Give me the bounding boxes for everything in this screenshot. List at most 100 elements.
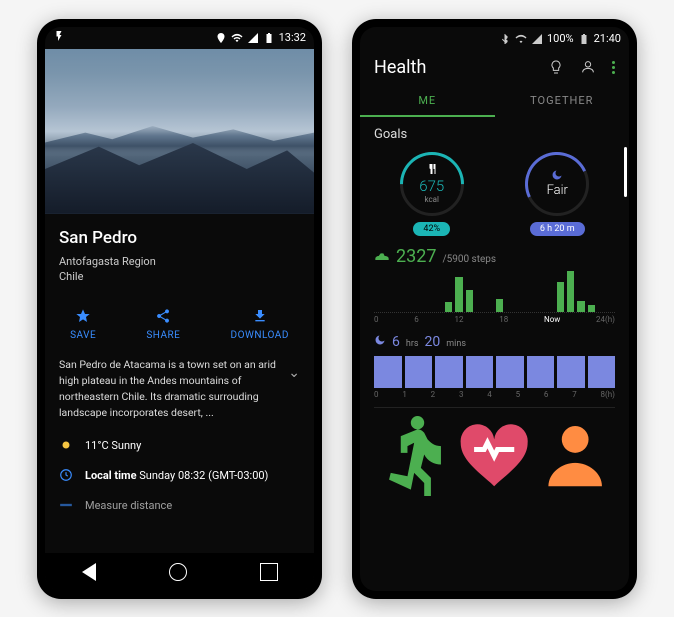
bluetooth-icon — [499, 33, 511, 45]
tab-together[interactable]: TOGETHER — [495, 86, 630, 117]
sleep-goal[interactable]: Fair 6 h 20 m — [525, 152, 589, 236]
localtime-row[interactable]: Local time Sunday 08:32 (GMT-03:00) — [45, 460, 314, 490]
axis-tick: 3 — [459, 390, 464, 399]
status-time: 13:32 — [279, 31, 306, 44]
kcal-value: 675 — [419, 177, 444, 195]
axis-tick: 0 — [374, 390, 379, 399]
profile-icon[interactable] — [580, 59, 596, 75]
download-label: DOWNLOAD — [231, 330, 289, 341]
axis-tick: 7 — [572, 390, 577, 399]
location-region: Antofagasta Region — [59, 254, 300, 269]
status-bar-2: 100% 21:40 — [360, 27, 629, 51]
localtime-label: Local time — [85, 469, 137, 482]
steps-total: /5900 — [442, 254, 469, 265]
phone-travel: 13:32 San Pedro Antofagasta Region Chile… — [37, 19, 322, 599]
moon-icon — [551, 169, 563, 181]
sleep-hours-unit: hrs — [406, 339, 419, 349]
sleep-row[interactable]: 6 hrs 20 mins — [374, 334, 615, 350]
goal-rings: 675 kcal 42% Fair 6 h 20 m — [374, 152, 615, 236]
kcal-pill: 42% — [413, 222, 450, 236]
download-icon — [252, 308, 268, 324]
app-header: Health — [360, 51, 629, 86]
app-title: Health — [374, 57, 426, 78]
screen-travel: 13:32 San Pedro Antofagasta Region Chile… — [45, 27, 314, 591]
axis-tick: 8(h) — [601, 390, 615, 399]
location-title: San Pedro — [59, 228, 300, 248]
sleep-bar-chart[interactable] — [374, 356, 615, 388]
action-row: SAVE SHARE DOWNLOAD — [45, 294, 314, 357]
sun-icon — [59, 438, 73, 452]
kcal-goal[interactable]: 675 kcal 42% — [400, 152, 464, 236]
battery-icon — [578, 33, 590, 45]
moon-icon-small — [374, 334, 386, 346]
weather-text: 11°C Sunny — [85, 439, 141, 452]
steps-bar-chart[interactable] — [374, 271, 615, 313]
axis-tick: 6 — [414, 315, 419, 324]
person-icon[interactable] — [535, 416, 615, 496]
sleep-axis: 0 1 2 3 4 5 6 7 8(h) — [374, 390, 615, 399]
heart-icon[interactable] — [454, 416, 534, 496]
steps-row[interactable]: 2327 /5900 steps — [374, 246, 615, 267]
run-icon[interactable] — [374, 416, 454, 496]
share-button[interactable]: SHARE — [146, 308, 180, 341]
save-label: SAVE — [70, 330, 96, 341]
location-block: San Pedro Antofagasta Region Chile — [45, 214, 314, 295]
axis-tick: 12 — [455, 315, 464, 324]
sleep-hours: 6 — [392, 334, 400, 350]
kcal-unit: kcal — [425, 195, 439, 204]
share-label: SHARE — [146, 330, 180, 341]
sleep-mins-unit: mins — [446, 339, 466, 349]
axis-tick: 1 — [402, 390, 407, 399]
tab-row: ME TOGETHER — [360, 86, 629, 117]
steps-axis: 0 6 12 18 Now 24(h) — [374, 315, 615, 324]
hero-image — [45, 49, 314, 214]
measure-text: Measure distance — [85, 499, 172, 512]
battery-pct: 100% — [547, 32, 574, 45]
localtime-value: Sunday 08:32 (GMT-03:00) — [139, 469, 268, 482]
status-bar: 13:32 — [45, 27, 314, 49]
sleep-ring-value: Fair — [547, 183, 568, 198]
scroll-indicator[interactable] — [624, 147, 627, 197]
share-icon — [155, 308, 171, 324]
wifi-icon — [231, 32, 243, 44]
chevron-down-icon: ⌄ — [288, 357, 300, 381]
axis-tick: 18 — [499, 315, 508, 324]
lightbulb-icon[interactable] — [548, 59, 564, 75]
location-country: Chile — [59, 269, 300, 284]
more-menu-icon[interactable] — [612, 61, 615, 74]
phone-health: 100% 21:40 Health ME TOGETHER Goals — [352, 19, 637, 599]
wifi-icon — [515, 33, 527, 45]
axis-tick: 2 — [431, 390, 436, 399]
save-button[interactable]: SAVE — [70, 308, 96, 341]
gps-icon — [215, 32, 227, 44]
tab-me[interactable]: ME — [360, 86, 495, 117]
status-time-2: 21:40 — [594, 32, 621, 45]
description-row[interactable]: San Pedro de Atacama is a town set on an… — [45, 357, 314, 430]
description-text: San Pedro de Atacama is a town set on an… — [59, 357, 280, 420]
weather-row[interactable]: 11°C Sunny — [45, 430, 314, 460]
nav-recent-button[interactable] — [260, 563, 278, 581]
battery-icon — [263, 32, 275, 44]
sleep-mins: 20 — [425, 334, 441, 350]
bottom-nav — [374, 407, 615, 504]
axis-tick: 6 — [544, 390, 549, 399]
download-button[interactable]: DOWNLOAD — [231, 308, 289, 341]
nav-home-button[interactable] — [169, 563, 187, 581]
screen-health: 100% 21:40 Health ME TOGETHER Goals — [360, 27, 629, 591]
axis-tick: 4 — [487, 390, 492, 399]
steps-value: 2327 — [396, 246, 436, 267]
nav-back-button[interactable] — [82, 563, 96, 581]
axis-tick: Now — [544, 315, 560, 324]
content-area: Goals 675 kcal 42% Fair 6 h 20 m — [360, 117, 629, 591]
food-icon — [426, 163, 438, 175]
clock-icon — [59, 468, 73, 482]
android-navbar — [45, 553, 314, 591]
signal-icon — [531, 33, 543, 45]
measure-row[interactable]: Measure distance — [45, 490, 314, 520]
axis-tick: 24(h) — [596, 315, 615, 324]
sleep-pill: 6 h 20 m — [530, 222, 585, 236]
steps-unit: steps — [469, 254, 496, 265]
status-left-icon — [53, 30, 65, 45]
axis-tick: 5 — [516, 390, 521, 399]
axis-tick: 0 — [374, 315, 379, 324]
